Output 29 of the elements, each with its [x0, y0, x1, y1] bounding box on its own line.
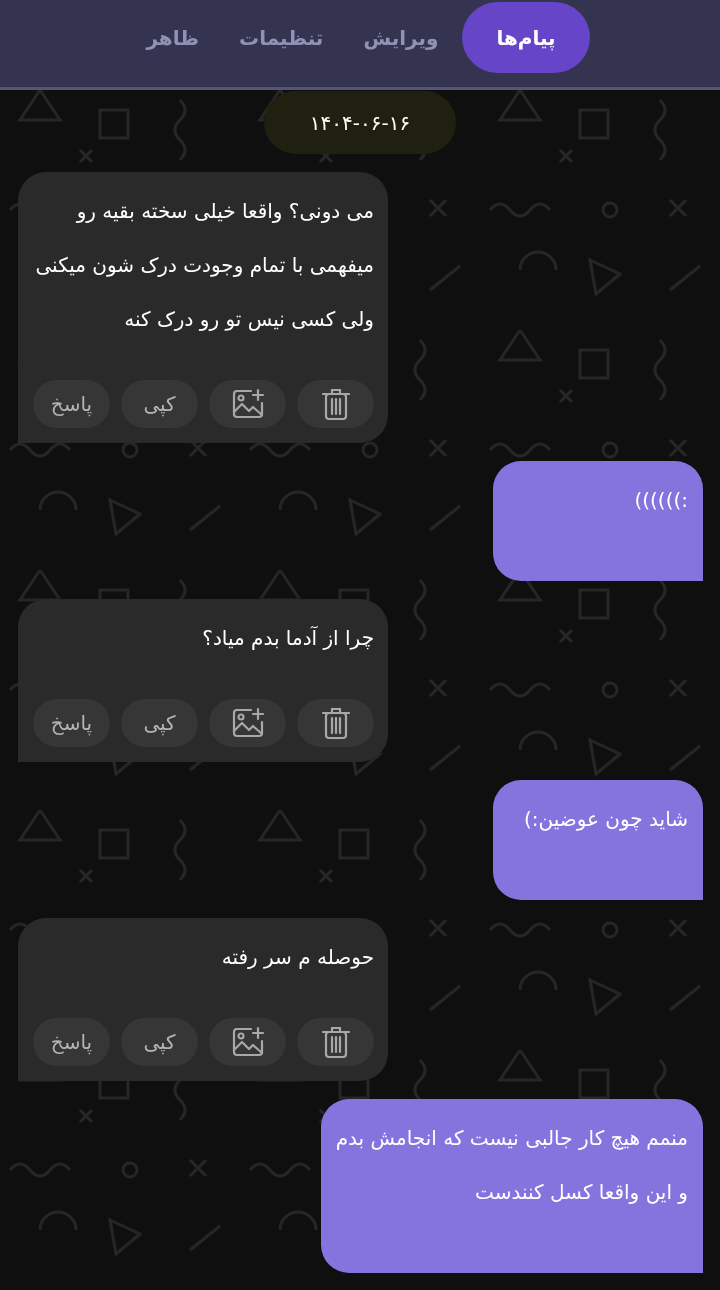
delete-button[interactable] [297, 699, 374, 747]
delete-button[interactable] [297, 380, 374, 428]
message-text: منمم هیچ کار جالبی نیست که انجامش بدم و این واقعا کسل کنندست [335, 1125, 688, 1206]
add-image-icon [230, 1026, 265, 1058]
tab[interactable]: پیام‌ها [462, 2, 590, 73]
reply-button[interactable]: پاسخ [33, 699, 110, 747]
message-text: می دونی؟ واقعا خیلی سخته بقیه رو میفهمی با تمام وجودت درک شون میکنی ولی کسی نیس تو رو درک کنه [34, 198, 374, 333]
add-image-icon [230, 388, 265, 420]
add-image-icon [230, 707, 265, 739]
delete-button[interactable] [297, 1018, 374, 1066]
tab[interactable]: ظاهر [130, 2, 216, 73]
trash-icon [321, 1025, 350, 1059]
message-text: حوصله م سر رفته [220, 944, 374, 971]
reply-button[interactable]: پاسخ [33, 1018, 110, 1066]
copy-button[interactable]: کپی [121, 1018, 198, 1066]
tab[interactable]: تنظیمات [223, 2, 340, 73]
add-image-button[interactable] [209, 380, 286, 428]
trash-icon [321, 387, 350, 421]
message-text: شاید چون عوضین:) [522, 806, 688, 833]
date-label: ۱۴۰۴-۰۶-۱۶ [264, 91, 456, 154]
message-text: :)))))) [633, 487, 688, 514]
tab[interactable]: ویرایش [347, 2, 455, 73]
trash-icon [321, 706, 350, 740]
add-image-button[interactable] [209, 699, 286, 747]
add-image-button[interactable] [209, 1018, 286, 1066]
reply-button[interactable]: پاسخ [33, 380, 110, 428]
copy-button[interactable]: کپی [121, 699, 198, 747]
copy-button[interactable]: کپی [121, 380, 198, 428]
message-text: چرا از آدما بدم میاد؟ [201, 625, 374, 652]
